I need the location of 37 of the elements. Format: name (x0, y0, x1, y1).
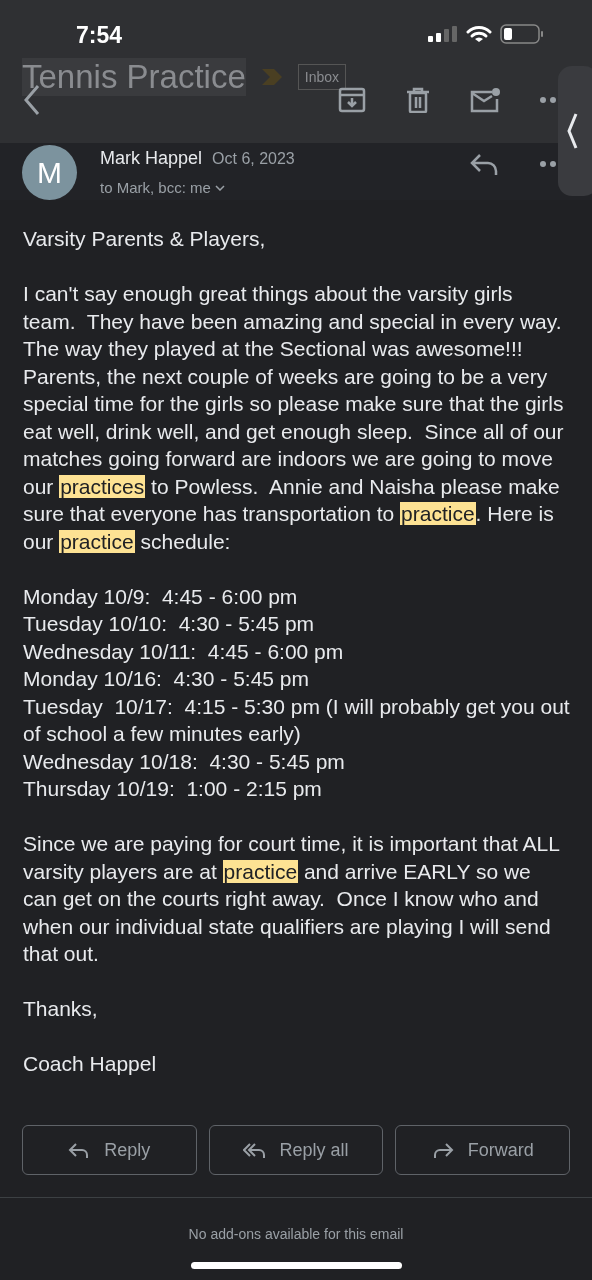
schedule-line: Tuesday 10/17: 4:15 - 5:30 pm (I will probably get you out of school a few minutes early) (23, 693, 570, 747)
body-paragraph: Since we are paying for court time, it is important that ALL varsity players are at practice and arrive EARLY so we can get on the courts right away. Once I know who and when our individual state qualifiers are playing I will send that out. (23, 831, 561, 967)
schedule-line: Monday 10/16: 4:30 - 5:45 pm (23, 666, 310, 692)
side-panel-handle-icon[interactable] (558, 66, 592, 196)
forward-button[interactable]: Forward (395, 1125, 570, 1175)
reply-all-button[interactable]: Reply all (208, 1125, 384, 1175)
body-paragraph: Varsity Parents & Players, (23, 226, 267, 252)
schedule-line: Wednesday 10/18: 4:30 - 5:45 pm (23, 748, 346, 775)
more-icon[interactable] (540, 160, 556, 168)
forward-icon (431, 1141, 454, 1159)
body-paragraph: Thanks, (23, 996, 99, 1022)
message-date: Oct 6, 2023 (212, 150, 295, 168)
sender-name: Mark Happel (100, 148, 203, 169)
reply-button[interactable]: Reply (22, 1125, 197, 1175)
battery-icon (500, 24, 544, 44)
archive-icon[interactable] (338, 87, 366, 113)
body-paragraph: Coach Happel (23, 1051, 158, 1077)
signal-icon (428, 26, 458, 42)
status-time: 7:54 (76, 21, 123, 49)
schedule-line: Wednesday 10/11: 4:45 - 6:00 pm (23, 638, 345, 665)
reply-icon (68, 1141, 91, 1159)
mark-unread-icon[interactable] (470, 87, 500, 113)
sender-avatar: M (22, 145, 77, 200)
reply-icon[interactable] (470, 153, 498, 175)
recipients-toggle[interactable]: to Mark, bcc: me (100, 179, 225, 196)
chevron-down-icon (214, 184, 225, 191)
schedule-line: Thursday 10/19: 1:00 - 2:15 pm (23, 776, 323, 802)
delete-icon[interactable] (406, 87, 430, 113)
subject-title: Tennis Practice (22, 58, 246, 96)
schedule-line: Monday 10/9: 4:45 - 6:00 pm (23, 583, 299, 610)
wifi-icon (466, 25, 492, 43)
more-icon[interactable] (540, 96, 556, 104)
addons-note: No add-ons available for this email (188, 1226, 404, 1244)
body-paragraph: I can't say enough great things about the varsity girls team. They have been amazing and special in every way. The way they played at the Sectional was awesome!!! Parents, the next couple of weeks are going to be a very special time for the girls so please make sure that the girls eat well, drink well, and get enough sleep. Since all of our matches going forward are indoors we are going to move our practices to Powless. Annie and Naisha please make sure that everyone has transportation to practice. Here is our practice schedule: (23, 281, 565, 555)
inbox-label[interactable]: Inbox (297, 64, 346, 90)
schedule-line: Tuesday 10/10: 4:30 - 5:45 pm (23, 611, 316, 637)
reply-all-icon (243, 1141, 266, 1159)
